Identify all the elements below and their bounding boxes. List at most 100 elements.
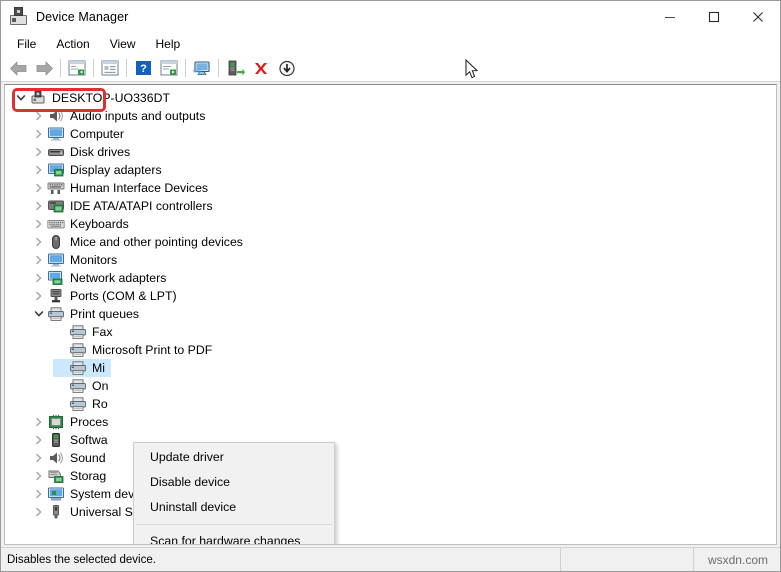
toolbar-separator [185, 59, 186, 77]
menu-file[interactable]: File [7, 35, 46, 53]
context-menu[interactable]: Update driver Disable device Uninstall dev… [133, 442, 335, 544]
twisty-collapsed-icon[interactable] [31, 179, 47, 197]
printer-icon [69, 378, 87, 394]
tree-item[interactable]: Print queues [5, 305, 776, 323]
usb-icon [47, 504, 65, 520]
twisty-collapsed-icon[interactable] [31, 161, 47, 179]
twisty-collapsed-icon[interactable] [31, 485, 47, 503]
twisty-collapsed-icon[interactable] [31, 107, 47, 125]
tree-item[interactable]: Ro [5, 395, 776, 413]
printer-icon [47, 306, 65, 322]
tree-item-label: Mi [92, 361, 105, 375]
twisty-expanded-icon[interactable] [13, 89, 29, 107]
menu-action[interactable]: Action [46, 35, 99, 53]
system-device-icon [47, 486, 65, 502]
tree-item-label: Proces [70, 415, 109, 429]
tree-item[interactable]: Keyboards [5, 215, 776, 233]
tree-item[interactable]: On [5, 377, 776, 395]
disable-device-icon[interactable] [274, 56, 300, 80]
device-tree-panel[interactable]: DESKTOP-UO336DT Audio inputs and outputs C… [4, 84, 777, 545]
context-menu-item[interactable]: Update driver [134, 445, 334, 470]
tree-item[interactable]: System devices [5, 485, 776, 503]
minimize-button[interactable] [648, 1, 692, 33]
tree-item[interactable]: Mi [5, 359, 776, 377]
tree-item-label: Monitors [70, 253, 118, 267]
tree-item[interactable]: Microsoft Print to PDF [5, 341, 776, 359]
tree-item-label: Keyboards [70, 217, 129, 231]
printer-icon [69, 324, 87, 340]
twisty-placeholder [53, 341, 69, 359]
display-adapter-icon [47, 162, 65, 178]
toolbar: ? [1, 55, 780, 82]
toolbar-separator [218, 59, 219, 77]
twisty-collapsed-icon[interactable] [31, 251, 47, 269]
twisty-collapsed-icon[interactable] [31, 143, 47, 161]
monitor-icon [47, 252, 65, 268]
menu-help[interactable]: Help [146, 35, 191, 53]
tree-item-label: Ro [92, 397, 108, 411]
twisty-expanded-icon[interactable] [31, 305, 47, 323]
context-menu-item[interactable]: Disable device [134, 470, 334, 495]
status-message: Disables the selected device. [1, 548, 561, 571]
toolbar-separator [126, 59, 127, 77]
tree-item-label: IDE ATA/ATAPI controllers [70, 199, 213, 213]
tree-item[interactable]: Human Interface Devices [5, 179, 776, 197]
printer-icon [69, 396, 87, 412]
twisty-collapsed-icon[interactable] [31, 197, 47, 215]
tree-item[interactable]: Computer [5, 125, 776, 143]
context-menu-item[interactable]: Uninstall device [134, 495, 334, 520]
device-tree[interactable]: DESKTOP-UO336DT Audio inputs and outputs C… [5, 85, 776, 521]
update-driver-icon[interactable] [222, 56, 248, 80]
tree-item-label: Sound [70, 451, 106, 465]
twisty-collapsed-icon[interactable] [31, 413, 47, 431]
tree-item[interactable]: Softwa [5, 431, 776, 449]
properties-icon[interactable] [97, 56, 123, 80]
twisty-collapsed-icon[interactable] [31, 215, 47, 233]
tree-item[interactable]: Audio inputs and outputs [5, 107, 776, 125]
help-icon[interactable]: ? [130, 56, 156, 80]
tree-root-label: DESKTOP-UO336DT [52, 91, 170, 105]
close-button[interactable] [736, 1, 780, 33]
tree-item-label: Network adapters [70, 271, 167, 285]
tree-item-label: Mice and other pointing devices [70, 235, 243, 249]
tree-root-row[interactable]: DESKTOP-UO336DT [5, 89, 776, 107]
tree-item[interactable]: Storag [5, 467, 776, 485]
twisty-collapsed-icon[interactable] [31, 431, 47, 449]
storage-controller-icon [47, 468, 65, 484]
twisty-collapsed-icon[interactable] [31, 287, 47, 305]
tree-item[interactable]: Display adapters [5, 161, 776, 179]
uninstall-device-icon[interactable] [248, 56, 274, 80]
disk-drive-icon [47, 144, 65, 160]
twisty-collapsed-icon[interactable] [31, 269, 47, 287]
twisty-collapsed-icon[interactable] [31, 449, 47, 467]
show-hide-console-tree-icon[interactable] [64, 56, 90, 80]
forward-arrow-icon[interactable] [31, 56, 57, 80]
tree-item[interactable]: Monitors [5, 251, 776, 269]
scan-for-hardware-changes-icon[interactable] [189, 56, 215, 80]
mouse-icon [47, 234, 65, 250]
tree-item-label: Microsoft Print to PDF [92, 343, 213, 357]
context-menu-item[interactable]: Scan for hardware changes [134, 529, 334, 544]
back-arrow-icon[interactable] [5, 56, 31, 80]
twisty-collapsed-icon[interactable] [31, 467, 47, 485]
tree-item[interactable]: Fax [5, 323, 776, 341]
action-menu-icon[interactable] [156, 56, 182, 80]
tree-item[interactable]: Ports (COM & LPT) [5, 287, 776, 305]
tree-item[interactable]: Sound [5, 449, 776, 467]
menu-view[interactable]: View [100, 35, 146, 53]
tree-item[interactable]: Network adapters [5, 269, 776, 287]
twisty-collapsed-icon[interactable] [31, 125, 47, 143]
tree-item[interactable]: Disk drives [5, 143, 776, 161]
tree-item-label: Computer [70, 127, 124, 141]
twisty-collapsed-icon[interactable] [31, 233, 47, 251]
twisty-collapsed-icon[interactable] [31, 503, 47, 521]
window-controls [648, 1, 780, 33]
tree-item[interactable]: Mice and other pointing devices [5, 233, 776, 251]
tree-item[interactable]: Universal Serial Bus controllers [5, 503, 776, 521]
tree-item-label: Disk drives [70, 145, 131, 159]
maximize-button[interactable] [692, 1, 736, 33]
tree-item[interactable]: Proces [5, 413, 776, 431]
tree-item[interactable]: IDE ATA/ATAPI controllers [5, 197, 776, 215]
tree-item-label: Print queues [70, 307, 140, 321]
device-manager-window: Device Manager File Action View Help ? D… [0, 0, 781, 572]
